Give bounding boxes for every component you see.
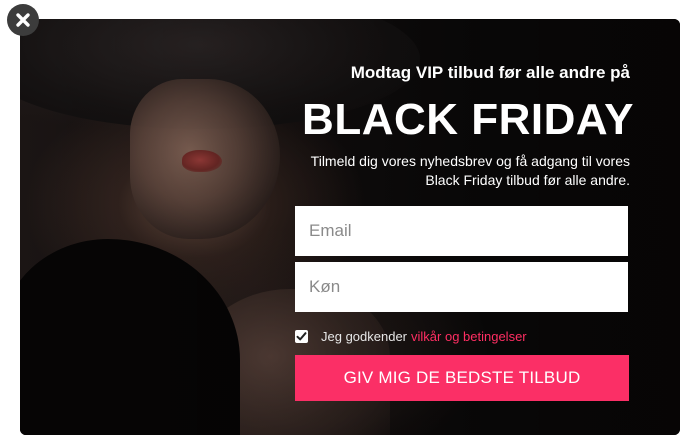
page: Modtag VIP tilbud før alle andre på BLAC… [0, 0, 687, 440]
consent-row: Jeg godkender vilkår og betingelser [295, 328, 527, 344]
consent-checkbox[interactable] [295, 329, 308, 343]
consent-label: Jeg godkender [321, 328, 408, 344]
popup-headline: BLACK FRIDAY [302, 95, 634, 144]
popup-content: Modtag VIP tilbud før alle andre på BLAC… [290, 19, 634, 435]
close-button[interactable] [7, 4, 39, 36]
email-field[interactable] [295, 206, 628, 256]
popup-tagline: Modtag VIP tilbud før alle andre på [350, 63, 630, 82]
submit-button[interactable]: GIV MIG DE BEDSTE TILBUD [295, 355, 629, 401]
popup-description: Tilmeld dig vores nyhedsbrev og få adgan… [310, 153, 630, 188]
terms-link[interactable]: vilkår og betingelser [411, 329, 527, 344]
newsletter-popup: Modtag VIP tilbud før alle andre på BLAC… [20, 19, 680, 435]
gender-field[interactable] [295, 262, 628, 312]
checkmark-icon [296, 331, 307, 340]
close-icon [16, 13, 30, 27]
